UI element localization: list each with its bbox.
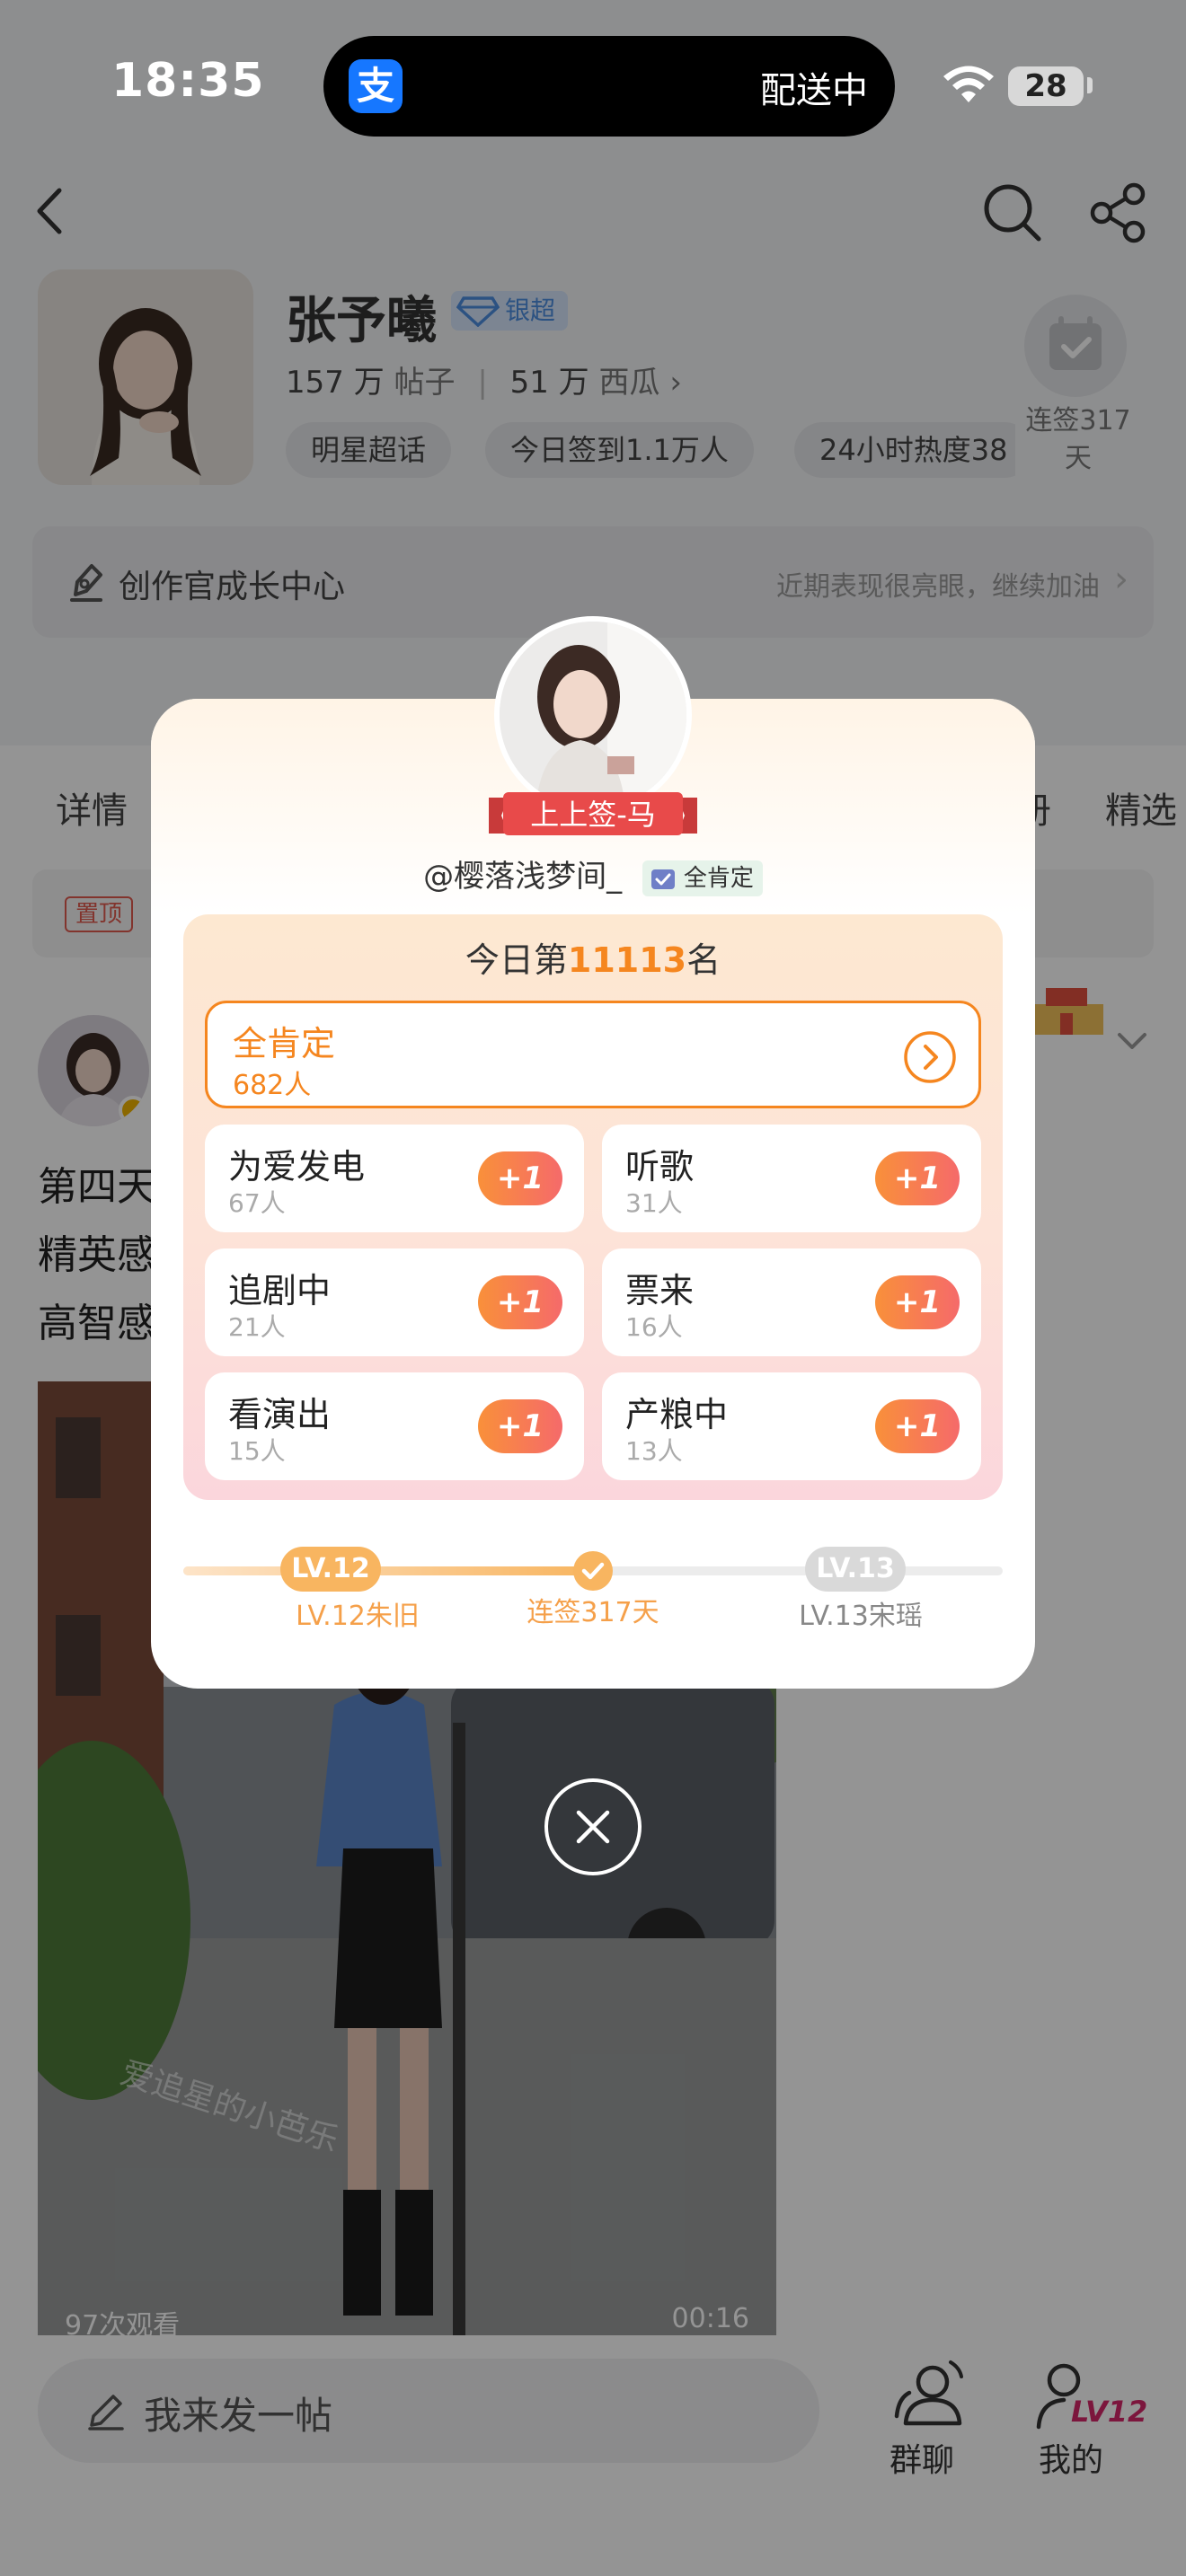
mood-title: 全肯定: [233, 1024, 336, 1063]
option-title: 看演出: [228, 1395, 332, 1434]
plus-one-button[interactable]: +1: [478, 1399, 562, 1453]
rank-prefix: 今日第: [465, 940, 568, 980]
rank-panel: 今日第11113名 全肯定 682人 为爱发电 67人 +1 听歌 31人 +1…: [183, 914, 1003, 1500]
close-popup-button[interactable]: [544, 1778, 642, 1875]
island-status-text: 配送中: [760, 70, 868, 111]
option-count: 31人: [625, 1188, 683, 1218]
streak-label: 连签317天: [527, 1597, 659, 1628]
next-level-pill: LV.13: [805, 1547, 906, 1592]
checkmark-icon: [573, 1551, 613, 1591]
battery-tip: [1087, 77, 1093, 93]
plus-one-button[interactable]: +1: [875, 1151, 960, 1205]
handle-badge-label: 全肯定: [683, 864, 754, 892]
user-handle[interactable]: @樱落浅梦间_: [423, 859, 622, 895]
option-title: 追剧中: [228, 1271, 332, 1310]
battery-icon: 28: [1008, 66, 1084, 106]
calendar-check-icon: [651, 869, 675, 889]
status-time: 18:35: [111, 54, 265, 108]
next-level-label: LV.13宋瑶: [799, 1601, 923, 1632]
option-title: 听歌: [625, 1147, 695, 1187]
mood-option[interactable]: 听歌 31人 +1: [602, 1125, 981, 1232]
option-title: 票来: [625, 1271, 695, 1310]
current-level-pill: LV.12: [280, 1547, 381, 1592]
plus-one-button[interactable]: +1: [478, 1275, 562, 1329]
option-count: 16人: [625, 1312, 683, 1342]
close-icon: [576, 1810, 610, 1844]
option-count: 13人: [625, 1436, 683, 1466]
rank-suffix: 名: [686, 940, 721, 980]
option-count: 21人: [228, 1312, 286, 1342]
option-title: 为爱发电: [228, 1147, 366, 1187]
option-count: 67人: [228, 1188, 286, 1218]
dynamic-island[interactable]: 支 配送中: [323, 36, 895, 137]
mood-option[interactable]: 为爱发电 67人 +1: [205, 1125, 584, 1232]
wifi-icon: [943, 66, 994, 102]
mood-option[interactable]: 产粮中 13人 +1: [602, 1372, 981, 1480]
mood-option[interactable]: 票来 16人 +1: [602, 1248, 981, 1356]
handle-badge: 全肯定: [642, 860, 763, 896]
mood-count: 682人: [233, 1070, 312, 1101]
rank-number: 11113: [567, 940, 687, 980]
mood-option[interactable]: 追剧中 21人 +1: [205, 1248, 584, 1356]
option-count: 15人: [228, 1436, 286, 1466]
user-handle-row: @樱落浅梦间_ 全肯定: [151, 851, 1035, 896]
current-level-label: LV.12朱旧: [296, 1601, 420, 1632]
mood-option[interactable]: 看演出 15人 +1: [205, 1372, 584, 1480]
chevron-right-circle-icon[interactable]: [903, 1030, 957, 1084]
option-title: 产粮中: [625, 1395, 729, 1434]
checkin-popup: 上上签-马 @樱落浅梦间_ 全肯定 今日第11113名 全肯定 682人 为爱发…: [151, 616, 1035, 1689]
plus-one-button[interactable]: +1: [875, 1275, 960, 1329]
plus-one-button[interactable]: +1: [478, 1151, 562, 1205]
level-progress-fill: [183, 1566, 593, 1575]
alipay-icon: 支: [349, 59, 403, 113]
selected-mood-card[interactable]: 全肯定 682人: [205, 1001, 981, 1108]
level-progress-track: LV.12 LV.13: [183, 1547, 1003, 1592]
plus-one-button[interactable]: +1: [875, 1399, 960, 1453]
user-avatar[interactable]: [494, 616, 692, 814]
fortune-tag: 上上签-马: [530, 798, 656, 832]
daily-rank: 今日第11113名: [183, 932, 1003, 982]
status-bar: 18:35 支 配送中 28: [0, 0, 1186, 171]
